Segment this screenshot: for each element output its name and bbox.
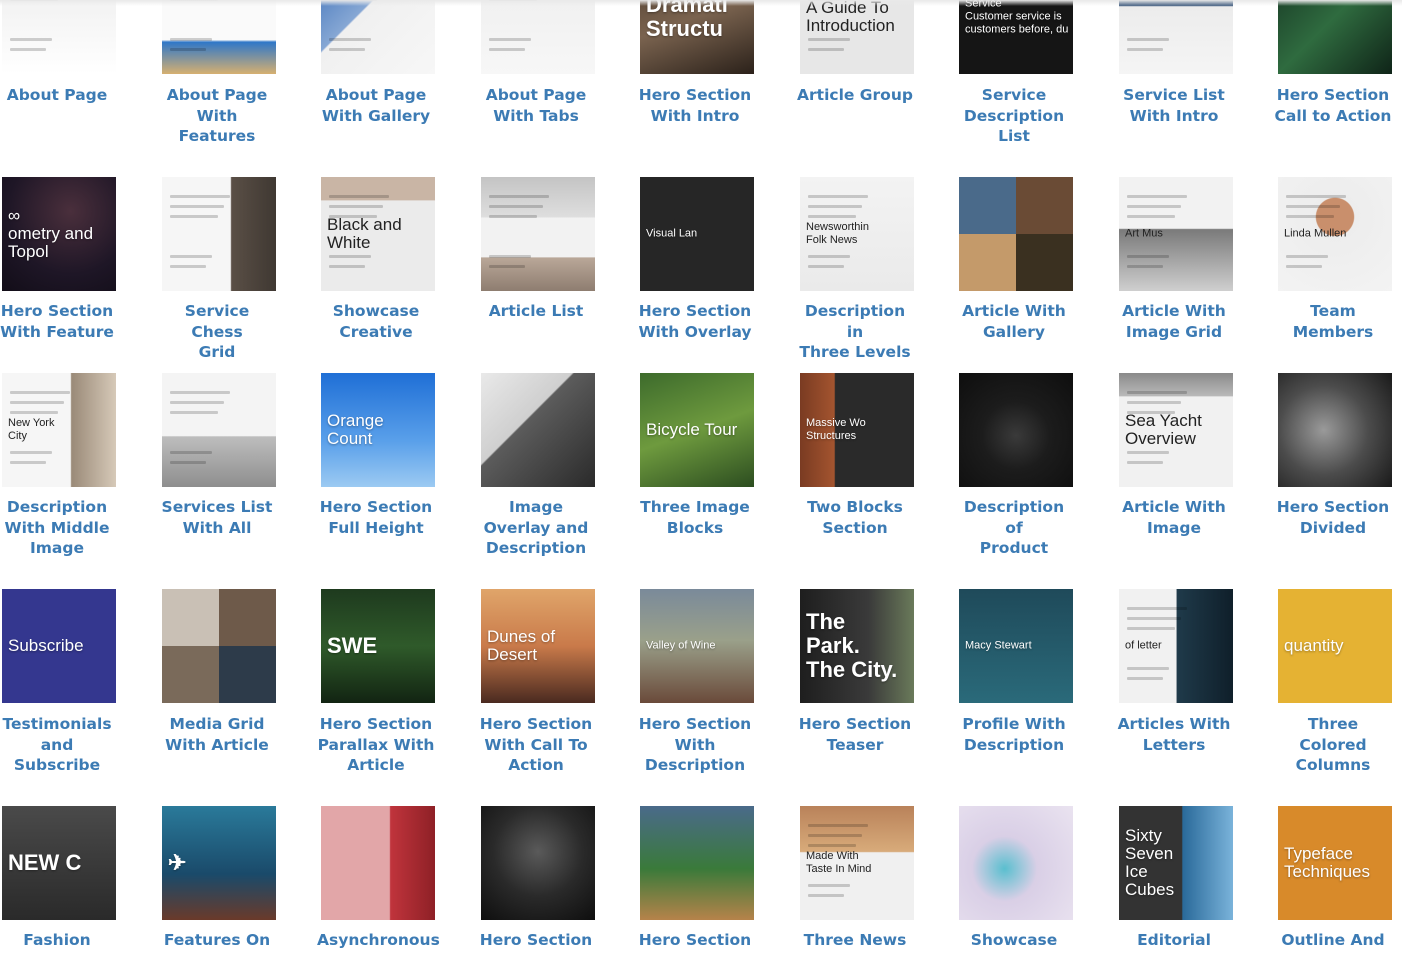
thumbnail-text: ✈ [168, 850, 187, 875]
template-thumbnail[interactable]: Made With Taste In Mind [800, 806, 914, 920]
template-thumbnail[interactable]: ✈ [162, 806, 276, 920]
template-label[interactable]: Features On [142, 930, 292, 951]
text-line-placeholder [808, 834, 862, 837]
template-thumbnail[interactable]: NEW C [2, 806, 116, 920]
text-line-placeholder [808, 894, 844, 897]
template-tile-fashion[interactable]: NEW C Fashion [0, 0, 132, 953]
template-thumbnail[interactable]: Typeface Techniques [1278, 806, 1392, 920]
template-label[interactable]: Asynchronous [301, 930, 451, 951]
template-thumbnail[interactable] [321, 806, 435, 920]
thumbnail-text: Typeface Techniques [1284, 844, 1371, 881]
template-label[interactable]: Three News [780, 930, 930, 951]
template-thumbnail[interactable] [640, 806, 754, 920]
thumbnail-text: Made With Taste In Mind [806, 850, 872, 875]
template-label[interactable]: Hero Section [461, 930, 611, 951]
text-line-placeholder [808, 884, 850, 887]
template-tile-hero-section[interactable]: Hero Section [461, 0, 611, 953]
thumbnail-text: Sixty Seven Ice Cubes [1125, 826, 1175, 899]
template-tile-features-on[interactable]: ✈ Features On [142, 0, 292, 953]
template-label[interactable]: Hero Section [620, 930, 770, 951]
template-tile-asynchronous[interactable]: Asynchronous [301, 0, 451, 953]
template-label[interactable]: Fashion [0, 930, 132, 951]
text-line-placeholder [808, 844, 856, 847]
layout-grid: About Page About Page With Features About … [0, 0, 1402, 953]
template-thumbnail[interactable] [481, 806, 595, 920]
template-tile-showcase[interactable]: Showcase [939, 0, 1089, 953]
template-thumbnail[interactable]: Sixty Seven Ice Cubes [1119, 806, 1233, 920]
template-tile-outline-and[interactable]: Typeface Techniques Outline And [1258, 0, 1402, 953]
template-thumbnail[interactable] [959, 806, 1073, 920]
template-label[interactable]: Editorial [1099, 930, 1249, 951]
template-label[interactable]: Outline And [1258, 930, 1402, 951]
template-tile-editorial[interactable]: Sixty Seven Ice Cubes Editorial [1099, 0, 1249, 953]
template-tile-hero-section[interactable]: Hero Section [620, 0, 770, 953]
top-shadow [0, 0, 1402, 6]
template-tile-three-news[interactable]: Made With Taste In Mind Three News [780, 0, 930, 953]
thumbnail-text: NEW C [8, 850, 82, 875]
template-label[interactable]: Showcase [939, 930, 1089, 951]
text-line-placeholder [808, 824, 868, 827]
